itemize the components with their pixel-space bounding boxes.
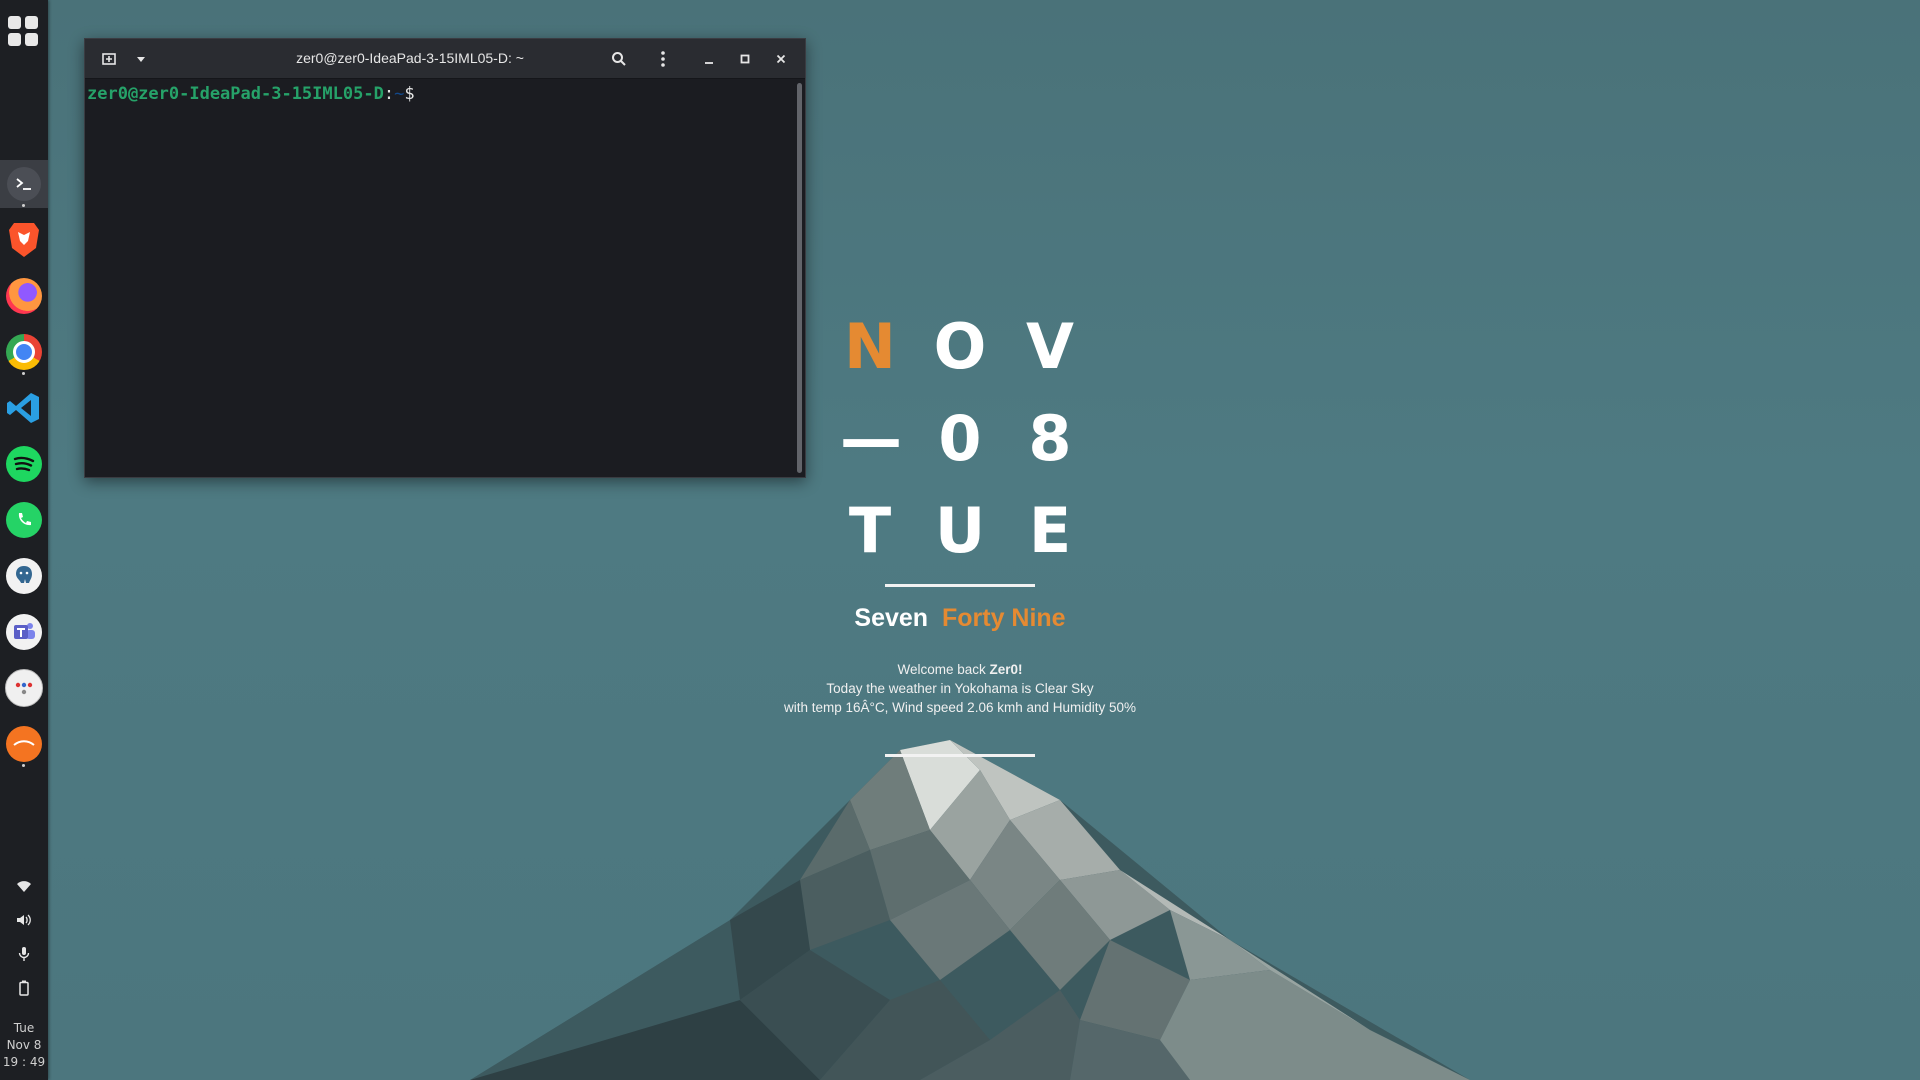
- maximize-button[interactable]: [733, 47, 757, 71]
- chevron-down-icon: [137, 57, 145, 62]
- running-indicator: [22, 764, 25, 767]
- minimize-icon: [705, 62, 713, 64]
- day-dash: —: [840, 401, 902, 475]
- mountain-wallpaper: [470, 740, 1470, 1080]
- month-row: N O V: [840, 300, 1080, 392]
- prompt-path: ~: [394, 84, 405, 104]
- day-digit: 0: [938, 401, 982, 475]
- new-tab-button[interactable]: [97, 47, 121, 71]
- dock: Tue Nov 8 19 : 49: [0, 0, 48, 1080]
- dock-clock[interactable]: Tue Nov 8 19 : 49: [0, 1020, 48, 1071]
- apps-grid-icon: [25, 16, 38, 29]
- dock-item-ubuntu-software[interactable]: [0, 720, 48, 768]
- dock-item-teams[interactable]: [0, 608, 48, 656]
- apps-grid-icon: [8, 33, 21, 46]
- apps-grid-icon: [25, 33, 38, 46]
- time-hours: Seven: [854, 604, 929, 632]
- weather-message: Welcome back Zer0! Today the weather in …: [710, 660, 1210, 717]
- time-text: Seven Forty Nine: [760, 604, 1160, 633]
- battery-icon: [19, 980, 29, 996]
- day-row: — 0 8: [840, 392, 1080, 484]
- clock-time: 19 : 49: [2, 1055, 46, 1069]
- welcome-prefix: Welcome back: [897, 662, 986, 677]
- firefox-icon: [6, 278, 42, 314]
- prompt-colon: :: [383, 84, 395, 104]
- weekday-row: T U E: [840, 484, 1080, 576]
- terminal-scrollbar[interactable]: [797, 83, 802, 473]
- weekday-letter: T: [848, 493, 892, 567]
- ubuntu-software-icon: [6, 726, 42, 762]
- month-letter: N: [844, 309, 896, 383]
- divider-top: [885, 584, 1035, 587]
- dock-item-firefox[interactable]: [0, 272, 48, 320]
- show-applications-button[interactable]: [8, 16, 40, 48]
- month-letter: V: [1026, 309, 1074, 383]
- close-icon: [776, 54, 786, 64]
- dock-item-spotify[interactable]: [0, 440, 48, 488]
- search-button[interactable]: [607, 47, 631, 71]
- prompt-user-host: zer0@zer0-IdeaPad-3-15IML05-D: [87, 84, 384, 104]
- teams-icon: [6, 614, 42, 650]
- date-widget: N O V — 0 8 T U E: [840, 300, 1080, 576]
- weather-details: with temp 16Â°C, Wind speed 2.06 kmh and…: [783, 700, 1137, 715]
- apps-grid-icon: [8, 16, 21, 29]
- running-indicator: [22, 204, 25, 207]
- dock-item-pgadmin[interactable]: [0, 552, 48, 600]
- dock-item-whatsapp[interactable]: [0, 496, 48, 544]
- calendar-icon: [5, 669, 43, 707]
- terminal-output[interactable]: zer0@zer0-IdeaPad-3-15IML05-D:~$: [85, 79, 805, 477]
- weather-line: Today the weather in Yokohama is Clear S…: [826, 681, 1094, 696]
- dock-item-vscode[interactable]: [0, 384, 48, 432]
- clock-date: Nov 8: [6, 1038, 42, 1052]
- day-digit: 8: [1028, 401, 1072, 475]
- new-tab-icon: [102, 53, 116, 65]
- microphone-status[interactable]: [0, 942, 48, 966]
- kebab-menu-icon: [661, 51, 665, 67]
- terminal-titlebar[interactable]: zer0@zer0-IdeaPad-3-15IML05-D: ~: [85, 39, 805, 79]
- terminal-cursor: [415, 83, 425, 102]
- dock-item-calendar[interactable]: [0, 664, 48, 712]
- menu-button[interactable]: [651, 47, 675, 71]
- prompt-dollar: $: [404, 84, 415, 104]
- chrome-icon: [6, 334, 42, 370]
- weekday-letter: U: [934, 493, 986, 567]
- search-icon: [612, 52, 626, 66]
- dock-item-terminal[interactable]: [0, 160, 48, 208]
- divider-bottom: [885, 754, 1035, 757]
- minimize-button[interactable]: [697, 47, 721, 71]
- dock-item-brave[interactable]: [0, 216, 48, 264]
- wifi-status[interactable]: [0, 874, 48, 898]
- terminal-title: zer0@zer0-IdeaPad-3-15IML05-D: ~: [296, 50, 524, 66]
- brave-icon: [9, 223, 39, 257]
- month-letter: O: [933, 309, 987, 383]
- terminal-window[interactable]: zer0@zer0-IdeaPad-3-15IML05-D: ~ zer0@ze…: [84, 38, 806, 478]
- battery-status[interactable]: [0, 976, 48, 1000]
- volume-icon: [17, 914, 31, 926]
- weekday-letter: E: [1028, 493, 1072, 567]
- vscode-icon: [7, 393, 39, 423]
- volume-status[interactable]: [0, 908, 48, 932]
- whatsapp-icon: [6, 502, 42, 538]
- wifi-icon: [17, 881, 31, 892]
- close-button[interactable]: [769, 47, 793, 71]
- dock-item-chrome[interactable]: [0, 328, 48, 376]
- maximize-icon: [740, 54, 750, 64]
- spotify-icon: [6, 446, 42, 482]
- microphone-icon: [18, 947, 30, 961]
- clock-day: Tue: [13, 1021, 35, 1035]
- user-name: Zer0!: [989, 662, 1023, 677]
- running-indicator: [22, 372, 25, 375]
- tab-menu-button[interactable]: [129, 47, 153, 71]
- terminal-icon: [7, 167, 41, 201]
- pgadmin-icon: [6, 558, 42, 594]
- time-minutes: Forty Nine: [941, 604, 1066, 632]
